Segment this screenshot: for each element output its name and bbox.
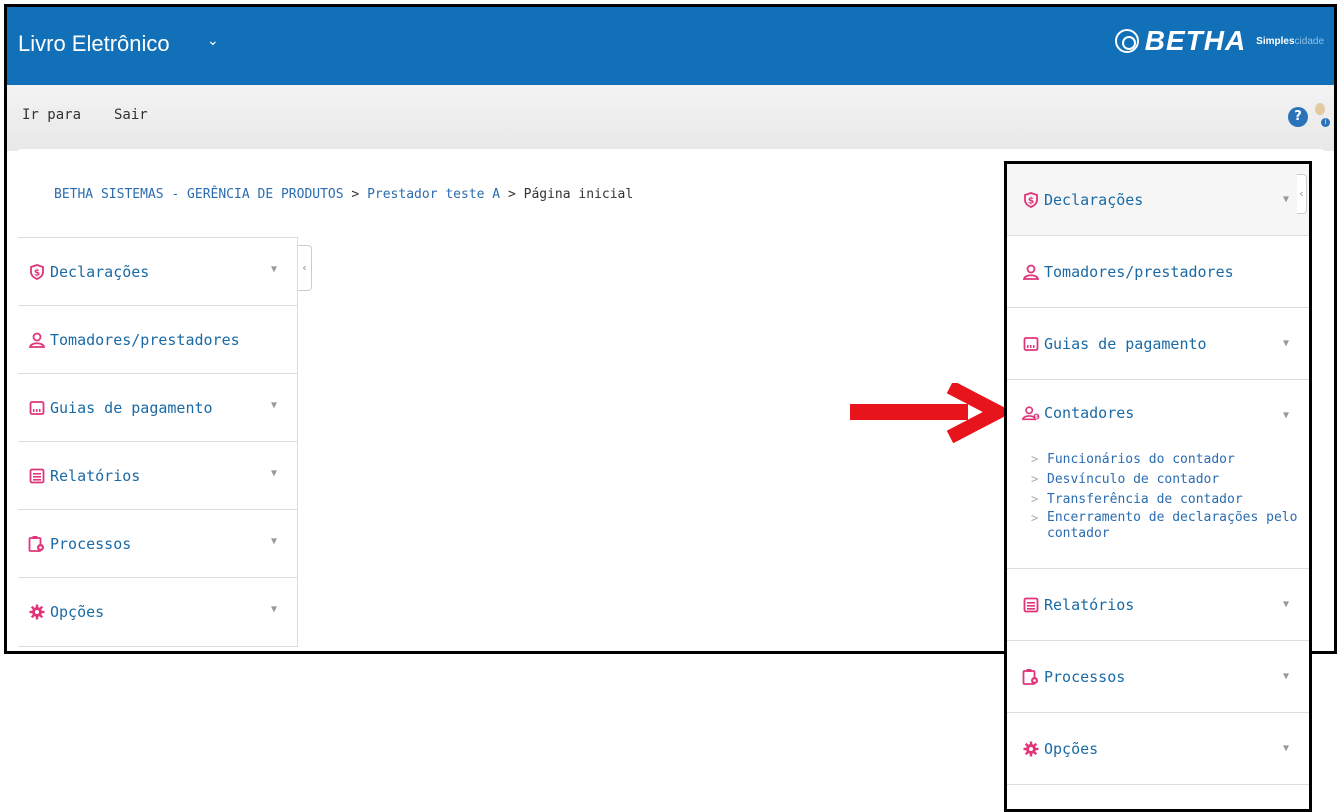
chevron-down-icon: ▼ (1282, 410, 1289, 421)
report-icon (28, 467, 46, 485)
payment-slip-icon (1022, 335, 1040, 353)
chevron-down-icon: ▼ (270, 264, 277, 275)
accountant-icon: $ (1022, 404, 1040, 422)
chevron-down-icon: ▼ (1282, 599, 1289, 610)
chevron-down-icon: ▼ (1282, 671, 1289, 682)
clipboard-gear-icon (28, 535, 46, 553)
menu-item-label: Processos (1044, 667, 1126, 686)
submenu-item-desvinculo[interactable]: Desvínculo de contador (1031, 470, 1309, 489)
menu-item-opcoes[interactable]: Opções ▼ (1007, 713, 1309, 785)
breadcrumb-separator: > (500, 187, 524, 202)
menu-item-label: Relatórios (50, 466, 141, 485)
menu-item-relatorios[interactable]: Relatórios ▼ (1007, 569, 1309, 641)
contadores-submenu: Funcionários do contador Desvínculo de c… (1007, 446, 1309, 569)
menu-item-label: Opções (1044, 739, 1099, 758)
app-title[interactable]: Livro Eletrônico (18, 31, 170, 57)
exit-link[interactable]: Sair (114, 107, 148, 123)
chevron-down-icon[interactable]: ⌄ (207, 33, 219, 49)
menu-item-label: Declarações (1044, 190, 1144, 209)
menu-item-label: Relatórios (1044, 595, 1135, 614)
svg-text:$: $ (34, 268, 40, 278)
menu-item-opcoes[interactable]: Opções ▼ (18, 578, 297, 646)
submenu-item-encerramento[interactable]: Encerramento de declarações pelo contado… (1031, 510, 1309, 542)
breadcrumb-current: Página inicial (523, 187, 634, 202)
collapse-menu-button[interactable]: ‹ (298, 245, 312, 291)
menu-item-label: Tomadores/prestadores (1044, 262, 1234, 281)
help-icon[interactable]: ? (1288, 107, 1308, 127)
expanded-menu-panel: $ Declarações ▼ Tomadores/prestadores Gu… (1004, 161, 1312, 812)
nav-bar: Ir para Sair ? i (7, 85, 1334, 151)
side-menu: $ Declarações ▼ Tomadores/prestadores Gu… (18, 237, 298, 647)
menu-item-guias[interactable]: Guias de pagamento ▼ (18, 374, 297, 442)
chevron-down-icon: ▼ (270, 604, 277, 615)
menu-item-label: Guias de pagamento (50, 398, 213, 417)
menu-item-label: Opções (50, 603, 105, 621)
svg-text:$: $ (1035, 415, 1039, 421)
gear-icon (1022, 740, 1040, 758)
submenu-item-funcionarios[interactable]: Funcionários do contador (1031, 450, 1309, 469)
logo-sub-a: Simples (1256, 35, 1295, 47)
go-to-link[interactable]: Ir para (22, 107, 81, 123)
chevron-down-icon: ▼ (1282, 743, 1289, 754)
dollar-shield-icon: $ (1022, 191, 1040, 209)
menu-item-contadores[interactable]: $ Contadores ▼ (1007, 380, 1309, 446)
report-icon (1022, 596, 1040, 614)
logo-mark-icon (1114, 29, 1139, 53)
menu-item-guias[interactable]: Guias de pagamento ▼ (1007, 308, 1309, 380)
breadcrumb-org[interactable]: BETHA SISTEMAS - GERÊNCIA DE PRODUTOS (54, 187, 344, 202)
app-header: Livro Eletrônico ⌄ BETHA Simplescidade (7, 7, 1334, 85)
menu-item-processos[interactable]: Processos ▼ (18, 510, 297, 578)
menu-item-relatorios[interactable]: Relatórios ▼ (18, 442, 297, 510)
logo-text: BETHA (1144, 25, 1247, 56)
user-icon (28, 331, 46, 349)
svg-text:$: $ (1028, 196, 1034, 206)
gear-icon (28, 603, 46, 621)
breadcrumb-provider[interactable]: Prestador teste A (367, 187, 500, 202)
menu-item-tomadores[interactable]: Tomadores/prestadores (1007, 236, 1309, 308)
user-icon (1022, 263, 1040, 281)
menu-item-label: Guias de pagamento (1044, 334, 1207, 353)
breadcrumb: BETHA SISTEMAS - GERÊNCIA DE PRODUTOS > … (54, 187, 633, 202)
menu-item-label: Processos (50, 534, 132, 553)
logo-sub-b: cidade (1294, 35, 1324, 47)
payment-slip-icon (28, 399, 46, 417)
menu-item-processos[interactable]: Processos ▼ (1007, 641, 1309, 713)
chevron-down-icon: ▼ (270, 468, 277, 479)
chevron-down-icon: ▼ (270, 536, 277, 547)
clipboard-gear-icon (1022, 668, 1040, 686)
dollar-shield-icon: $ (28, 263, 46, 281)
betha-logo: BETHA Simplescidade (1114, 25, 1324, 57)
chevron-down-icon: ▼ (270, 400, 277, 411)
chevron-down-icon: ▼ (1282, 194, 1289, 205)
user-head-shape (1315, 103, 1325, 115)
menu-item-label: Tomadores/prestadores (50, 330, 240, 349)
collapse-menu-button[interactable]: ‹ (1297, 174, 1307, 214)
logo-subtext: Simplescidade (1256, 36, 1324, 47)
menu-item-declaracoes[interactable]: $ Declarações ▼ (18, 238, 297, 306)
menu-item-declaracoes[interactable]: $ Declarações ▼ (1007, 164, 1309, 236)
menu-item-label: Declarações (50, 262, 150, 281)
user-info-icon[interactable]: i (1312, 103, 1330, 127)
menu-item-tomadores[interactable]: Tomadores/prestadores (18, 306, 297, 374)
chevron-down-icon: ▼ (1282, 338, 1289, 349)
annotation-arrow-icon (850, 383, 1010, 443)
menu-item-label: Contadores (1044, 404, 1135, 422)
info-badge: i (1321, 118, 1330, 127)
submenu-item-transferencia[interactable]: Transferência de contador (1031, 490, 1309, 509)
breadcrumb-separator: > (343, 187, 368, 202)
